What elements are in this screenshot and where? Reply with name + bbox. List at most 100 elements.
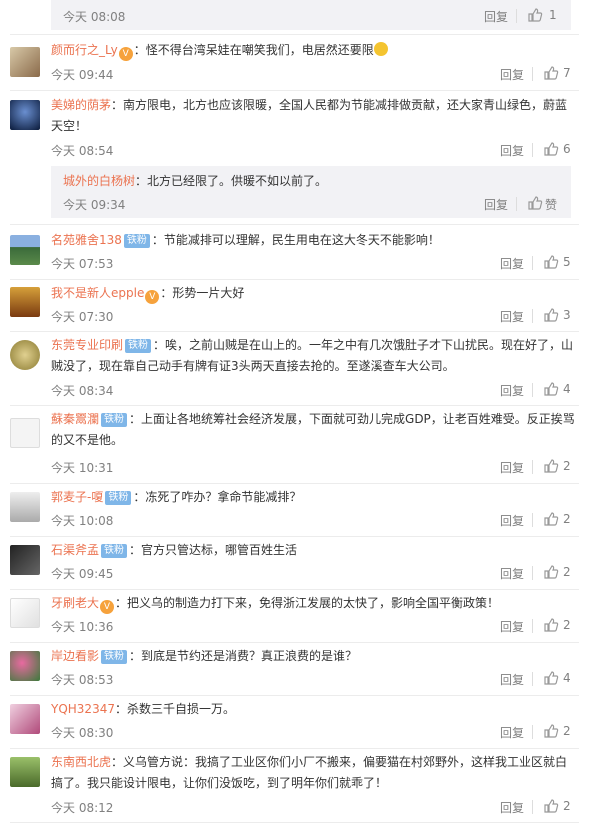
comment-text: ：节能减排可以理解，民生用电在这大冬天不能影响！ (151, 233, 440, 247)
comment-time: 今天 08:54 (51, 144, 114, 158)
avatar[interactable] (10, 545, 40, 575)
username-link[interactable]: 石渠斧孟 (51, 543, 99, 557)
avatar[interactable] (10, 235, 40, 265)
comment-body: 石渠斧孟 铁粉 ：官方只管达标，哪管百姓生活 (51, 540, 575, 561)
vip-badge-icon: V (118, 47, 133, 61)
like-count: 4 (563, 671, 571, 685)
thumb-up-icon[interactable] (543, 511, 559, 527)
like-count: 6 (563, 142, 571, 156)
username-link[interactable]: 名苑雅舍138 (51, 233, 122, 247)
avatar[interactable] (10, 492, 40, 522)
username-link[interactable]: 我不是新人epple (51, 286, 144, 300)
username-link[interactable]: 东南西北虎 (51, 755, 111, 769)
laugh-emoji-icon (373, 42, 388, 56)
thumb-up-icon[interactable] (543, 670, 559, 686)
comment-time: 今天 10:08 (51, 514, 114, 528)
reply-button[interactable]: 回复 (500, 382, 524, 399)
reply-button[interactable]: 回复 (500, 618, 524, 635)
username-link[interactable]: 岸边看影 (51, 649, 99, 663)
like-label: 赞 (545, 198, 558, 212)
username-link[interactable]: 蘇秦鬻瀾 (51, 412, 99, 426)
thumb-up-icon[interactable] (543, 307, 559, 323)
avatar[interactable] (10, 418, 40, 448)
reply-button[interactable]: 回复 (500, 724, 524, 741)
avatar[interactable] (10, 757, 40, 787)
thumb-up-icon[interactable] (543, 564, 559, 580)
comment-body: 蘇秦鬻瀾 铁粉 ：上面让各地统筹社会经济发展，下面就可劲儿完成GDP，让老百姓难受。… (51, 409, 575, 451)
like-count: 2 (563, 799, 571, 813)
username-link[interactable]: 东莞专业印刷 (51, 338, 123, 352)
like-count: 2 (563, 724, 571, 738)
comment-time: 今天 08:34 (51, 384, 114, 398)
comment-time: 今天 09:44 (51, 68, 114, 82)
comment-body: 岸边看影 铁粉 ：到底是节约还是消费？真正浪费的是谁？ (51, 646, 575, 667)
comment-text: ：上面让各地统筹社会经济发展，下面就可劲儿完成GDP，让老百姓难受。反正挨骂的又… (51, 412, 575, 447)
thumb-up-icon[interactable] (543, 723, 559, 739)
like-count: 5 (563, 255, 571, 269)
comment-text: ：把义乌的制造力打下来，免得浙江发展的太快了，影响全国平衡政策！ (115, 596, 500, 610)
username-link[interactable]: 颜而行之_Ly (51, 43, 118, 57)
comment-body: 东莞专业印刷 铁粉 ：唉，之前山贼是在山上的。一年之中有几次饿肚子才下山扰民。现在好… (51, 335, 575, 377)
fan-badge: 铁粉 (101, 413, 128, 427)
like-count: 2 (563, 459, 571, 473)
reply-button[interactable]: 回复 (500, 799, 524, 816)
reply-button[interactable]: 回复 (500, 142, 524, 159)
avatar[interactable] (10, 704, 40, 734)
comment-text: ：形势一片大好 (160, 286, 245, 300)
reply-button[interactable]: 回复 (500, 459, 524, 476)
thumb-up-icon[interactable] (527, 7, 543, 23)
username-link[interactable]: 牙刷老大 (51, 596, 99, 610)
comment-body: 我不是新人epple V ：形势一片大好 (51, 283, 575, 304)
comment-time: 今天 07:53 (51, 257, 114, 271)
like-count: 2 (563, 565, 571, 579)
comment-time: 今天 08:08 (63, 10, 126, 24)
fan-badge: 铁粉 (101, 650, 128, 664)
reply-button[interactable]: 回复 (500, 66, 524, 83)
thumb-up-icon[interactable] (527, 195, 543, 211)
thumb-up-icon[interactable] (543, 254, 559, 270)
fan-badge: 铁粉 (101, 544, 128, 558)
sub-comment-body: 城外的白杨树：北方已经限了。供暖不如以前了。 (63, 171, 575, 192)
reply-button[interactable]: 回复 (500, 565, 524, 582)
comment-time: 今天 08:53 (51, 673, 114, 687)
avatar[interactable] (10, 598, 40, 628)
avatar[interactable] (10, 340, 40, 370)
thumb-up-icon[interactable] (543, 798, 559, 814)
comment-body: 郭麦子-嗄 铁粉 ：冻死了咋办？拿命节能减排？ (51, 487, 575, 508)
reply-button[interactable]: 回复 (500, 308, 524, 325)
thumb-up-icon[interactable] (543, 65, 559, 81)
username-link[interactable]: 郭麦子-嗄 (51, 490, 103, 504)
thumb-up-icon[interactable] (543, 458, 559, 474)
avatar[interactable] (10, 287, 40, 317)
username-link[interactable]: YQH32347 (51, 702, 115, 716)
fan-badge: 铁粉 (105, 491, 132, 505)
avatar[interactable] (10, 651, 40, 681)
username-link[interactable]: 美娣的荫茅 (51, 98, 111, 112)
comment-body: 颜而行之_Ly V ：怪不得台湾呆娃在嘲笑我们，电居然还要限 (51, 40, 575, 61)
reply-button[interactable]: 回复 (484, 196, 508, 213)
comment-text: ：冻死了咋办？拿命节能减排？ (133, 490, 302, 504)
avatar[interactable] (10, 100, 40, 130)
fan-badge: 铁粉 (123, 234, 150, 248)
vip-badge-icon: V (145, 290, 160, 304)
comment-time: 今天 10:31 (51, 461, 114, 475)
reply-button[interactable]: 回复 (484, 8, 508, 25)
comment-text: ：义乌管方说：我搞了工业区你们小厂不搬来，偏要猫在村郊野外，这样我工业区就白搞了… (51, 755, 568, 790)
thumb-up-icon[interactable] (543, 141, 559, 157)
reply-button[interactable]: 回复 (500, 255, 524, 272)
thumb-up-icon[interactable] (543, 381, 559, 397)
comment-time: 今天 10:36 (51, 620, 114, 634)
comment-text: ：官方只管达标，哪管百姓生活 (129, 543, 298, 557)
username-link[interactable]: 城外的白杨树 (63, 174, 135, 188)
reply-button[interactable]: 回复 (500, 671, 524, 688)
reply-button[interactable]: 回复 (500, 512, 524, 529)
comment-text: ：杀数三千自损一万。 (114, 702, 235, 716)
comment-body: 美娣的荫茅：南方限电，北方也应该限暖，全国人民都为节能减排做贡献，还大家青山绿色… (51, 95, 575, 137)
avatar[interactable] (10, 47, 40, 77)
thumb-up-icon[interactable] (543, 617, 559, 633)
comment-text: ：北方已经限了。供暖不如以前了。 (135, 174, 328, 188)
comment-time: 今天 08:30 (51, 726, 114, 740)
like-count: 2 (563, 512, 571, 526)
comment-time: 今天 09:45 (51, 567, 114, 581)
fan-badge: 铁粉 (125, 339, 152, 353)
